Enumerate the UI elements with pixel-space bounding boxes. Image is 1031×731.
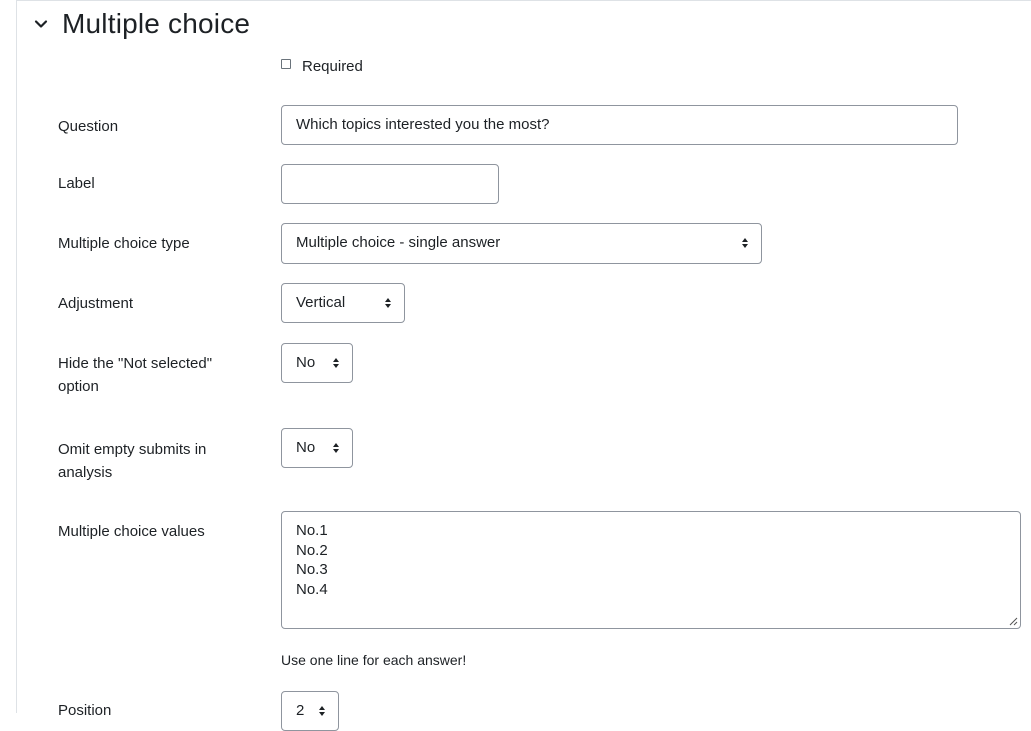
position-label: Position (58, 702, 112, 719)
omit-empty-label-line1: Omit empty submits in (58, 441, 207, 458)
adjustment-select[interactable]: Vertical (281, 283, 405, 323)
select-arrows-icon (385, 298, 391, 308)
adjustment-value: Vertical (296, 294, 346, 311)
position-value: 2 (296, 702, 305, 719)
mc-type-value: Multiple choice - single answer (296, 234, 501, 251)
mc-value-line: No.4 (296, 580, 328, 598)
mc-values-help-text: Use one line for each answer! (281, 652, 467, 668)
hide-not-selected-label-line1: Hide the "Not selected" (58, 355, 213, 372)
required-option[interactable]: Required (281, 58, 363, 75)
question-label: Question (58, 118, 119, 135)
mc-value-line: No.2 (296, 541, 328, 559)
select-arrows-icon (742, 238, 748, 248)
mc-values-textarea[interactable]: No.1 No.2 No.3 No.4 (281, 511, 1021, 629)
mc-value-line: No.1 (296, 522, 328, 539)
mc-value-line: No.3 (296, 561, 328, 578)
select-arrows-icon (319, 706, 325, 716)
label-input[interactable] (281, 164, 499, 204)
required-label: Required (302, 58, 363, 75)
omit-empty-select[interactable]: No (281, 428, 353, 468)
hide-not-selected-value: No (296, 354, 316, 371)
omit-empty-label: Omit empty submits in analysis (58, 438, 206, 484)
chevron-down-icon[interactable] (34, 17, 48, 31)
omit-empty-label-line2: analysis (58, 464, 113, 481)
question-value: Which topics interested you the most? (296, 116, 550, 133)
select-arrows-icon (333, 358, 339, 368)
mc-type-label: Multiple choice type (58, 235, 190, 252)
adjustment-label: Adjustment (58, 295, 134, 312)
select-arrows-icon (333, 443, 339, 453)
question-input[interactable]: Which topics interested you the most? (281, 105, 958, 145)
hide-not-selected-select[interactable]: No (281, 343, 353, 383)
section-header[interactable]: Multiple choice (34, 8, 250, 40)
resize-handle-icon[interactable] (1008, 616, 1018, 626)
position-select[interactable]: 2 (281, 691, 339, 731)
mc-values-label: Multiple choice values (58, 523, 205, 540)
section-title: Multiple choice (62, 8, 251, 39)
hide-not-selected-label: Hide the "Not selected" option (58, 352, 212, 398)
mc-type-select[interactable]: Multiple choice - single answer (281, 223, 762, 264)
hide-not-selected-label-line2: option (58, 378, 99, 395)
label-field-label: Label (58, 175, 95, 192)
required-checkbox[interactable] (281, 58, 291, 69)
omit-empty-value: No (296, 439, 316, 456)
